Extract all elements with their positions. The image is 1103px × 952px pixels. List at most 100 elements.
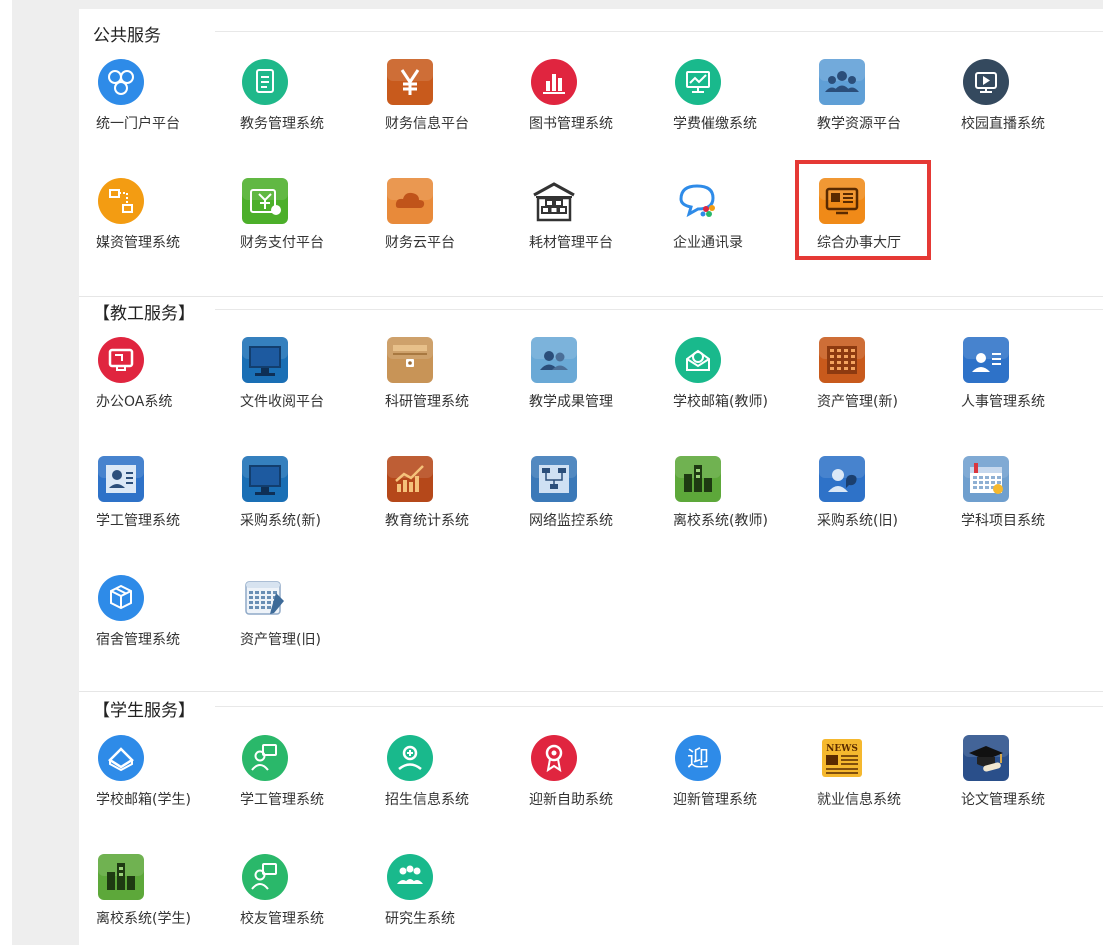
app-tile[interactable]: 教育统计系统: [374, 454, 504, 554]
app-tile[interactable]: 离校系统(学生): [85, 852, 215, 952]
app-tile[interactable]: 迎新自助系统: [518, 733, 648, 833]
medal-icon: [529, 733, 579, 783]
user-chat-icon: [817, 454, 867, 504]
app-tile[interactable]: 资产管理(旧): [229, 573, 359, 673]
cloud-icon: [385, 176, 435, 226]
app-label: 论文管理系统: [961, 792, 1045, 808]
payment-icon: [240, 176, 290, 226]
left-panel: [12, 0, 79, 945]
app-tile[interactable]: 论文管理系统: [950, 733, 1080, 833]
app-tile[interactable]: 财务支付平台: [229, 176, 359, 276]
app-tile[interactable]: 企业通讯录: [662, 176, 792, 276]
section-line-student: [215, 706, 1103, 707]
app-tile[interactable]: 综合办事大厅: [806, 176, 936, 276]
app-tile[interactable]: 统一门户平台: [85, 57, 215, 157]
app-label: 资产管理(新): [817, 394, 898, 410]
app-tile[interactable]: 人事管理系统: [950, 335, 1080, 435]
graduation-cap-icon: [961, 733, 1011, 783]
app-tile[interactable]: NEWS 就业信息系统: [806, 733, 936, 833]
app-label: 校园直播系统: [961, 116, 1045, 132]
app-label: 图书管理系统: [529, 116, 613, 132]
section-title-public: 公共服务: [93, 26, 161, 46]
calendar-icon: [961, 454, 1011, 504]
app-tile[interactable]: 采购系统(新): [229, 454, 359, 554]
yen-icon: [385, 57, 435, 107]
section-divider: [79, 296, 1103, 297]
archive-box-icon: [385, 335, 435, 385]
app-label: 采购系统(旧): [817, 513, 898, 529]
app-label: 迎新自助系统: [529, 792, 613, 808]
chat-bubble-icon: [673, 176, 723, 226]
app-tile[interactable]: 离校系统(教师): [662, 454, 792, 554]
computer-monitor-icon: [240, 454, 290, 504]
app-tile[interactable]: 财务云平台: [374, 176, 504, 276]
app-tile[interactable]: 迎迎新管理系统: [662, 733, 792, 833]
app-tile[interactable]: 教学成果管理: [518, 335, 648, 435]
app-label: 学工管理系统: [240, 792, 324, 808]
app-tile[interactable]: 文件收阅平台: [229, 335, 359, 435]
app-label: 财务支付平台: [240, 235, 324, 251]
app-tile[interactable]: 资产管理(新): [806, 335, 936, 435]
building-icon: [673, 454, 723, 504]
welcome-icon: 迎: [673, 733, 723, 783]
app-tile[interactable]: 采购系统(旧): [806, 454, 936, 554]
app-tile[interactable]: 学校邮箱(学生): [85, 733, 215, 833]
app-tile[interactable]: 学工管理系统: [229, 733, 359, 833]
boxes-icon: [96, 573, 146, 623]
person-board-icon: [240, 733, 290, 783]
app-tile[interactable]: 图书管理系统: [518, 57, 648, 157]
app-tile[interactable]: 宿舍管理系统: [85, 573, 215, 673]
team-icon: [529, 335, 579, 385]
app-label: 财务信息平台: [385, 116, 469, 132]
app-label: 学校邮箱(教师): [673, 394, 768, 410]
app-tile[interactable]: 学科项目系统: [950, 454, 1080, 554]
app-label: 迎新管理系统: [673, 792, 757, 808]
flowchart-icon: [96, 176, 146, 226]
app-label: 办公OA系统: [96, 394, 173, 410]
app-label: 教学成果管理: [529, 394, 613, 410]
app-tile[interactable]: 校园直播系统: [950, 57, 1080, 157]
person-card-icon: [961, 335, 1011, 385]
video-play-icon: [961, 57, 1011, 107]
spreadsheet-icon: [240, 573, 290, 623]
person-board-icon: [240, 852, 290, 902]
app-tile[interactable]: 教学资源平台: [806, 57, 936, 157]
app-label: 离校系统(教师): [673, 513, 768, 529]
app-label: 企业通讯录: [673, 235, 743, 251]
app-tile[interactable]: 办公OA系统: [85, 335, 215, 435]
app-label: 招生信息系统: [385, 792, 469, 808]
section-divider: [79, 691, 1103, 692]
office-icon: [96, 335, 146, 385]
app-tile[interactable]: 财务信息平台: [374, 57, 504, 157]
app-label: 就业信息系统: [817, 792, 901, 808]
app-tile[interactable]: 学费催缴系统: [662, 57, 792, 157]
app-tile[interactable]: 研究生系统: [374, 852, 504, 952]
app-tile[interactable]: 科研管理系统: [374, 335, 504, 435]
people-icon: [817, 57, 867, 107]
warehouse-icon: [529, 176, 579, 226]
section-line-public: [215, 31, 1103, 32]
app-label: 离校系统(学生): [96, 911, 191, 927]
app-tile[interactable]: 学工管理系统: [85, 454, 215, 554]
svg-text:迎: 迎: [687, 747, 709, 772]
app-tile[interactable]: 网络监控系统: [518, 454, 648, 554]
svg-text:NEWS: NEWS: [826, 744, 858, 754]
mail-icon: [673, 335, 723, 385]
app-label: 研究生系统: [385, 911, 455, 927]
app-tile[interactable]: 耗材管理平台: [518, 176, 648, 276]
app-label: 教学资源平台: [817, 116, 901, 132]
app-label: 资产管理(旧): [240, 632, 321, 648]
app-label: 统一门户平台: [96, 116, 180, 132]
user-group-icon: [96, 57, 146, 107]
app-tile[interactable]: 校友管理系统: [229, 852, 359, 952]
app-tile[interactable]: 教务管理系统: [229, 57, 359, 157]
app-tile[interactable]: 媒资管理系统: [85, 176, 215, 276]
news-icon: NEWS: [817, 733, 867, 783]
app-label: 财务云平台: [385, 235, 455, 251]
app-tile[interactable]: 招生信息系统: [374, 733, 504, 833]
app-label: 人事管理系统: [961, 394, 1045, 410]
section-line-staff: [215, 309, 1103, 310]
app-tile[interactable]: 学校邮箱(教师): [662, 335, 792, 435]
app-label: 学费催缴系统: [673, 116, 757, 132]
app-label: 耗材管理平台: [529, 235, 613, 251]
